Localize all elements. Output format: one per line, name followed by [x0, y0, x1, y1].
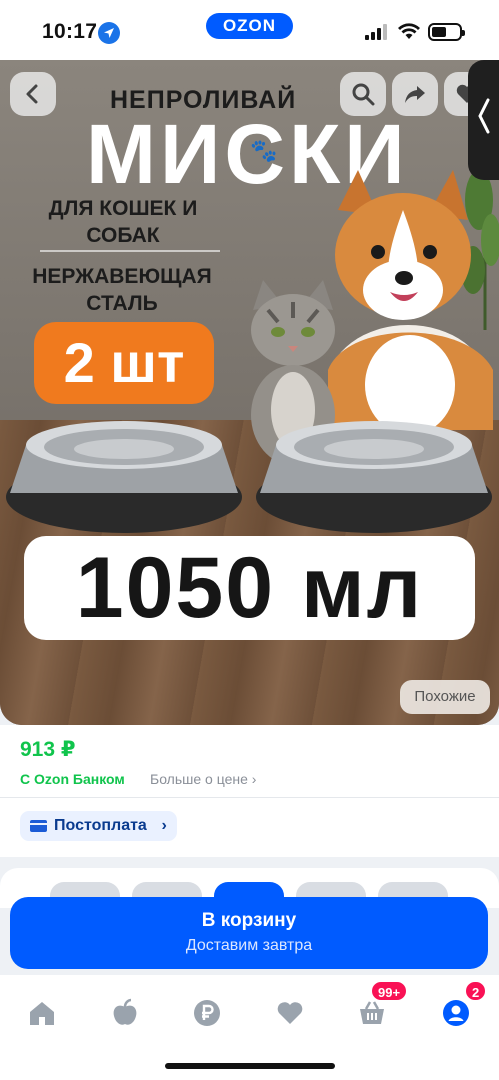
- tab-ozon-bank[interactable]: [187, 993, 227, 1033]
- volume-label: 1050 мл: [24, 536, 475, 640]
- status-bar: 10:17 OZON: [0, 0, 499, 60]
- status-time: 10:17: [42, 20, 98, 43]
- back-button[interactable]: [10, 72, 56, 116]
- tab-favorites[interactable]: [270, 993, 310, 1033]
- side-panel-tab[interactable]: [468, 60, 499, 180]
- add-to-cart-label: В корзину: [201, 910, 297, 931]
- wifi-icon: [397, 22, 421, 45]
- chevron-left-icon: [478, 98, 490, 134]
- battery-icon: [428, 23, 465, 41]
- divider: [0, 797, 499, 798]
- steel-bowl-illustration: [6, 421, 242, 533]
- add-to-cart-button[interactable]: В корзину Доставим завтра: [10, 897, 488, 969]
- ozon-app-badge[interactable]: OZON: [206, 13, 293, 39]
- cart-count-badge: 99+: [370, 980, 409, 1002]
- ozon-bank-label: С Ozon Банком: [20, 771, 125, 787]
- price-value: 913 ₽: [20, 738, 76, 761]
- home-icon: [30, 1002, 54, 1025]
- chevron-right-icon: ›: [161, 817, 167, 834]
- apple-icon: [113, 998, 137, 1025]
- ruble-icon: [194, 1000, 220, 1026]
- steel-bowl-illustration: [256, 421, 492, 533]
- paw-icon: 🐾: [250, 138, 278, 163]
- hero-material: НЕРЖАВЕЮЩАЯ СТАЛЬ: [32, 265, 212, 316]
- search-icon: [352, 83, 375, 106]
- hero-divider: [40, 250, 220, 252]
- postpay-label: Постоплата: [54, 817, 147, 834]
- price-section: 913 ₽ С Ozon Банком Больше о цене › Пост…: [0, 725, 499, 857]
- home-indicator: [165, 1063, 335, 1069]
- delivery-note: Доставим завтра: [185, 937, 313, 954]
- product-image-gallery[interactable]: НЕПРОЛИВАЙ МИСКИ 🐾 ДЛЯ КОШЕК И СОБАК НЕР…: [0, 60, 499, 725]
- more-about-price-link[interactable]: Больше о цене ›: [150, 771, 256, 787]
- tab-fresh[interactable]: [105, 993, 145, 1033]
- search-button[interactable]: [340, 72, 386, 116]
- location-arrow-icon: [98, 22, 120, 44]
- quantity-badge: 2 шт: [34, 322, 214, 404]
- share-button[interactable]: [392, 72, 438, 116]
- card-icon: [30, 820, 47, 832]
- chevron-left-icon: [26, 84, 38, 104]
- cellular-signal-icon: [365, 24, 389, 40]
- profile-notification-badge: 2: [464, 980, 488, 1002]
- profile-icon: [443, 1000, 469, 1026]
- heart-icon: [277, 1002, 303, 1024]
- share-arrow-icon: [405, 86, 425, 103]
- tab-home[interactable]: [22, 993, 62, 1033]
- similar-products-button[interactable]: Похожие: [400, 680, 490, 714]
- hero-for-whom: ДЛЯ КОШЕК И СОБАК: [48, 197, 198, 248]
- postpay-chip[interactable]: Постоплата ›: [20, 811, 177, 841]
